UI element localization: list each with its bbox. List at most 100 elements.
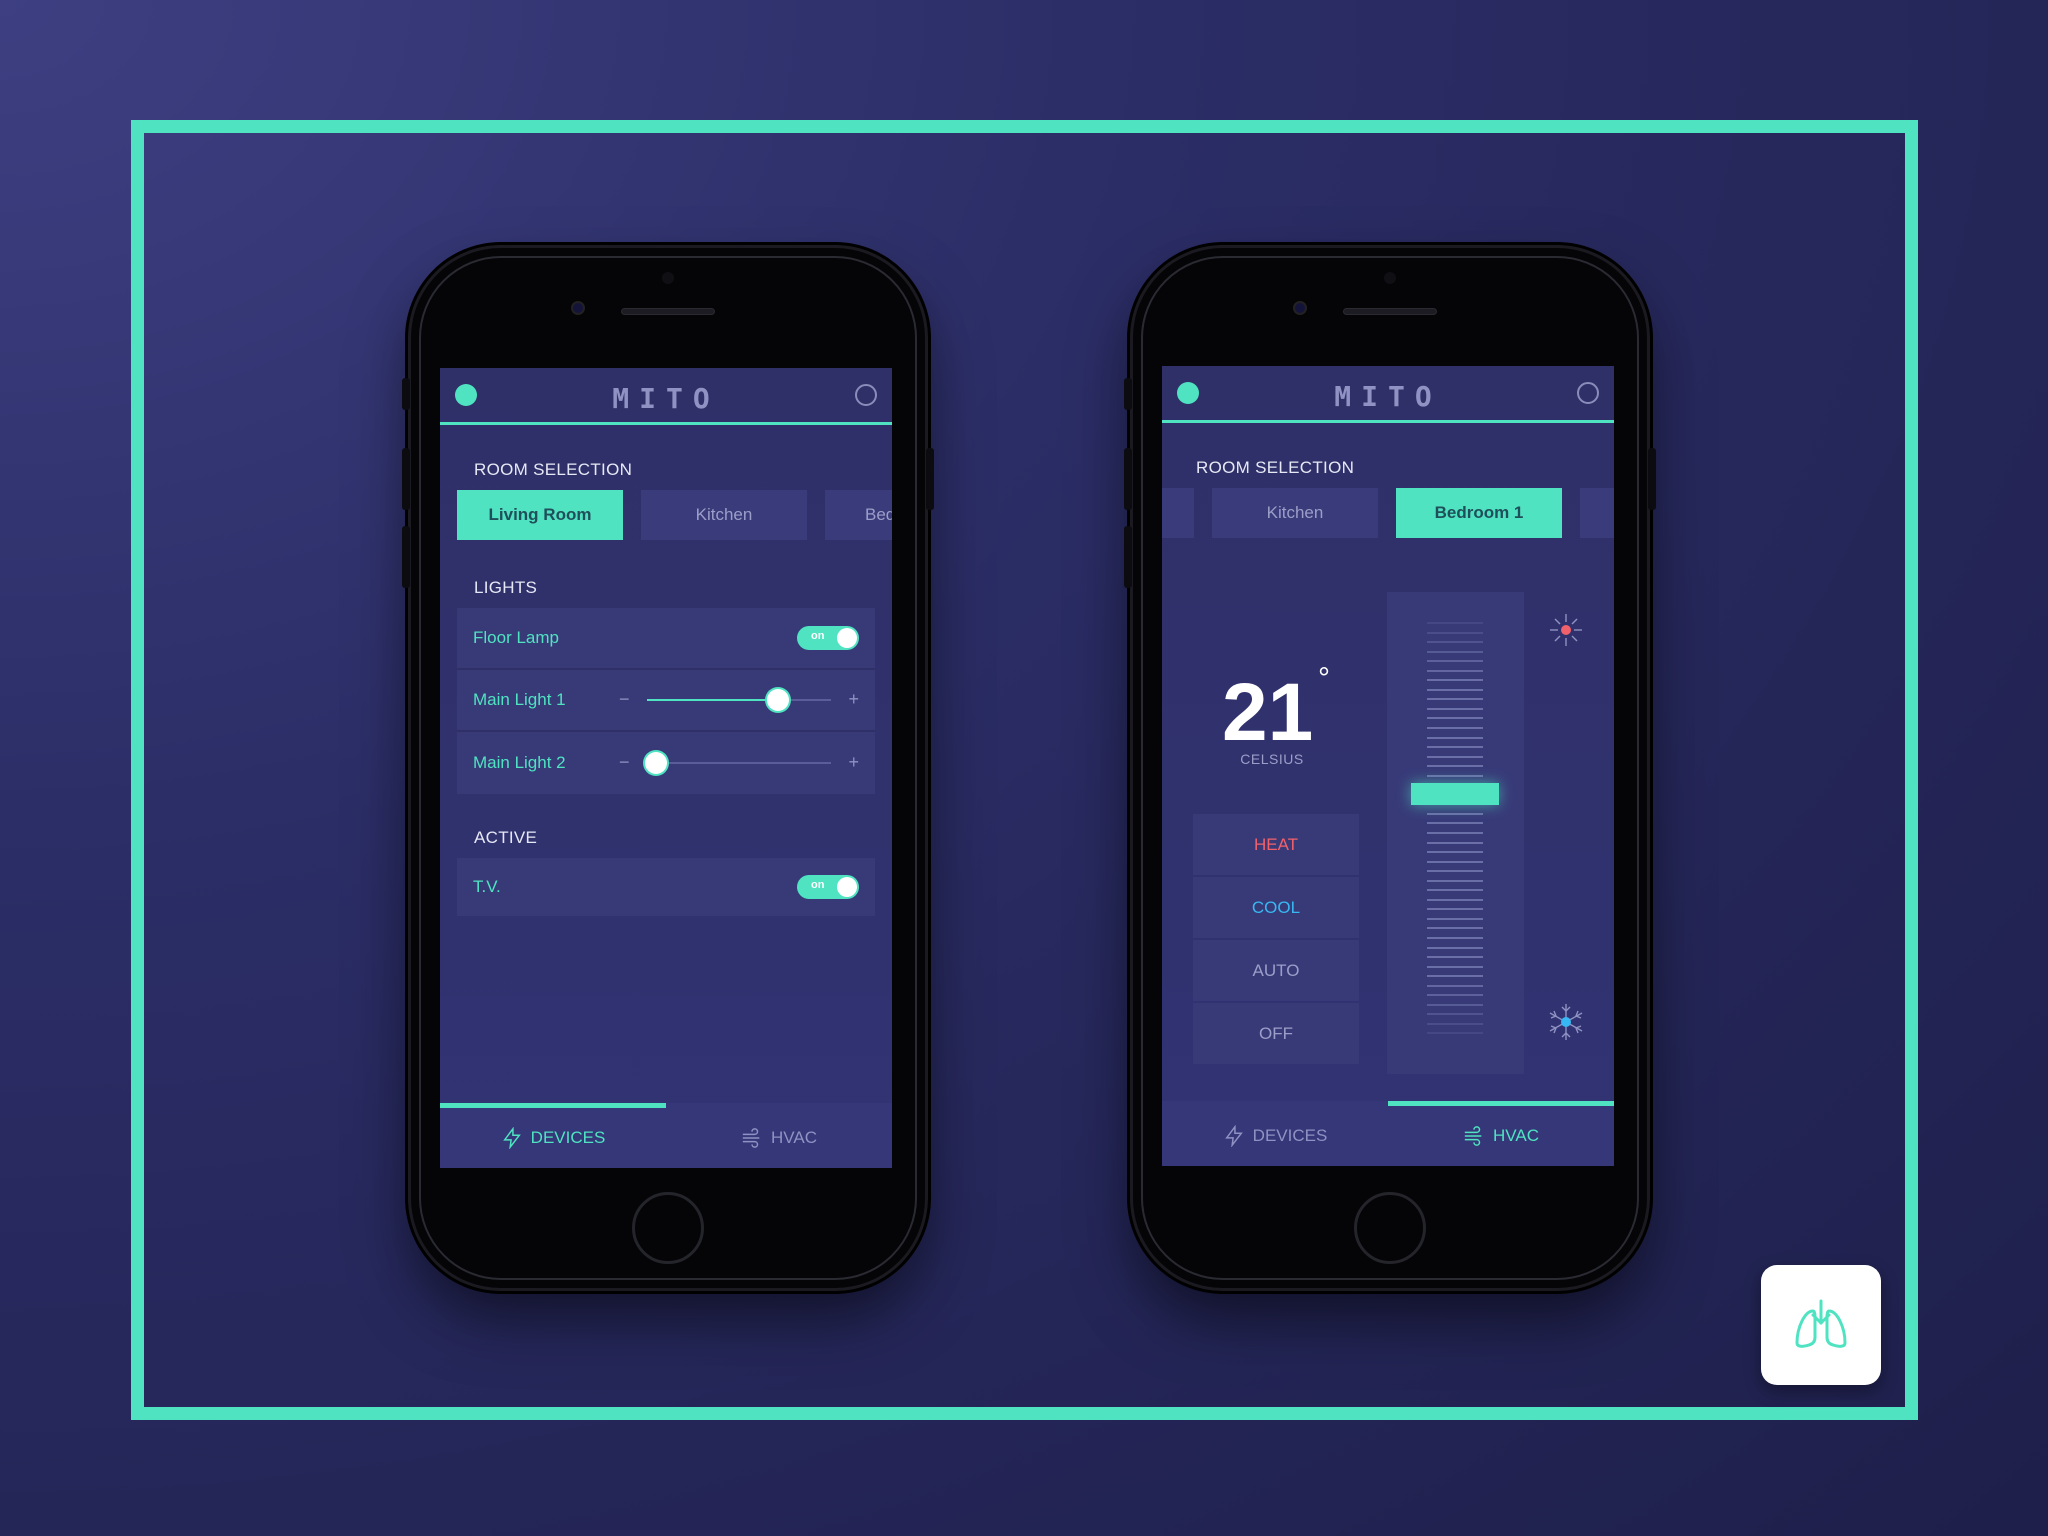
light-row-floor-lamp: Floor Lamp on bbox=[457, 608, 875, 670]
room-pill-kitchen[interactable]: Kitchen bbox=[641, 490, 807, 540]
thermostat-tick bbox=[1427, 650, 1483, 653]
sun-icon bbox=[1550, 614, 1582, 646]
main-light-2-slider[interactable]: − + bbox=[619, 732, 859, 794]
slider-knob[interactable] bbox=[645, 752, 668, 774]
room-pill-bedroom[interactable]: Bed bbox=[825, 490, 892, 540]
tv-toggle[interactable]: on bbox=[797, 875, 859, 899]
slider-track[interactable] bbox=[645, 752, 831, 774]
app-header: MITO bbox=[440, 368, 892, 425]
home-button[interactable] bbox=[1354, 1192, 1426, 1264]
room-pill-living-room[interactable]: Living Room bbox=[457, 490, 623, 540]
app-header: MITO bbox=[1162, 366, 1614, 423]
lights-title: LIGHTS bbox=[474, 578, 538, 597]
floor-lamp-toggle[interactable]: on bbox=[797, 626, 859, 650]
tab-label: HVAC bbox=[1493, 1126, 1539, 1145]
thermostat-tick bbox=[1427, 822, 1483, 825]
power-button bbox=[926, 448, 934, 510]
thermostat-tick bbox=[1427, 937, 1483, 939]
device-label: T.V. bbox=[473, 877, 501, 896]
thermostat-tick bbox=[1427, 698, 1483, 701]
proximity-sensor bbox=[662, 272, 674, 284]
profile-circle-icon[interactable] bbox=[1577, 382, 1599, 404]
room-pill-next[interactable] bbox=[1580, 488, 1614, 538]
degree-symbol: ° bbox=[1318, 662, 1330, 695]
toggle-state-text: on bbox=[811, 630, 825, 642]
thermostat-handle[interactable] bbox=[1411, 783, 1499, 806]
thermostat-tick bbox=[1427, 679, 1483, 682]
room-pill-bedroom-1[interactable]: Bedroom 1 bbox=[1396, 488, 1562, 538]
thermostat-slider[interactable] bbox=[1387, 592, 1524, 1074]
room-pill-kitchen[interactable]: Kitchen bbox=[1212, 488, 1378, 538]
thermostat-tick bbox=[1427, 707, 1483, 710]
tab-bar: DEVICES HVAC bbox=[1162, 1101, 1614, 1166]
earpiece-speaker bbox=[621, 308, 715, 315]
thermostat-tick bbox=[1427, 1032, 1483, 1035]
app-logo: MITO bbox=[1334, 380, 1442, 413]
tab-devices[interactable]: DEVICES bbox=[1162, 1106, 1388, 1166]
room-selection-title: ROOM SELECTION bbox=[1196, 458, 1355, 477]
tab-label: DEVICES bbox=[530, 1128, 606, 1147]
thermostat-tick bbox=[1427, 898, 1483, 901]
room-pill-living-room[interactable] bbox=[1162, 488, 1194, 538]
hvac-screen: MITO ROOM SELECTION Kitchen Bedroom 1 21… bbox=[1162, 366, 1614, 1166]
plus-icon[interactable]: + bbox=[848, 689, 859, 710]
volume-up-button bbox=[402, 448, 410, 510]
thermostat-tick bbox=[1427, 1022, 1483, 1025]
tab-label: HVAC bbox=[771, 1128, 817, 1147]
minus-icon[interactable]: − bbox=[619, 752, 630, 773]
thermostat-tick bbox=[1427, 851, 1483, 854]
slider-knob[interactable] bbox=[766, 689, 789, 711]
room-selector: Kitchen Bedroom 1 bbox=[1162, 488, 1614, 538]
room-selector: Living Room Kitchen Bed bbox=[440, 490, 892, 540]
thermostat-tick bbox=[1427, 727, 1483, 729]
thermostat-tick bbox=[1427, 1013, 1483, 1016]
light-label: Main Light 2 bbox=[473, 753, 566, 772]
thermostat-tick bbox=[1427, 889, 1483, 892]
mode-cool-button[interactable]: COOL bbox=[1193, 877, 1359, 938]
mode-auto-button[interactable]: AUTO bbox=[1193, 940, 1359, 1001]
phone-hvac: MITO ROOM SELECTION Kitchen Bedroom 1 21… bbox=[1124, 248, 1656, 1288]
thermostat-tick bbox=[1427, 841, 1483, 844]
active-row-tv: T.V. on bbox=[457, 858, 875, 916]
slider-track[interactable] bbox=[647, 689, 831, 711]
app-logo: MITO bbox=[612, 382, 720, 415]
devices-screen: MITO ROOM SELECTION Living Room Kitchen … bbox=[440, 368, 892, 1168]
thermostat-tick bbox=[1427, 917, 1483, 920]
thermostat-tick bbox=[1427, 669, 1483, 672]
thermostat-tick bbox=[1427, 832, 1483, 834]
tab-devices[interactable]: DEVICES bbox=[440, 1108, 666, 1168]
active-title: ACTIVE bbox=[474, 828, 538, 847]
volume-down-button bbox=[1124, 526, 1132, 588]
thermostat-tick bbox=[1427, 746, 1483, 749]
active-card: T.V. on bbox=[457, 858, 875, 916]
toggle-state-text: on bbox=[811, 879, 825, 891]
phone-devices: MITO ROOM SELECTION Living Room Kitchen … bbox=[402, 248, 934, 1288]
light-row-main-light-1: Main Light 1 − + bbox=[457, 670, 875, 732]
tab-hvac[interactable]: HVAC bbox=[666, 1108, 892, 1168]
tab-hvac[interactable]: HVAC bbox=[1388, 1106, 1614, 1166]
thermostat-tick bbox=[1427, 956, 1483, 959]
room-selection-title: ROOM SELECTION bbox=[474, 460, 633, 479]
mode-off-button[interactable]: OFF bbox=[1193, 1003, 1359, 1064]
mode-heat-button[interactable]: HEAT bbox=[1193, 814, 1359, 875]
earpiece-speaker bbox=[1343, 308, 1437, 315]
front-camera bbox=[1293, 301, 1307, 315]
thermostat-tick bbox=[1427, 641, 1483, 644]
minus-icon[interactable]: − bbox=[619, 689, 630, 710]
thermostat-tick bbox=[1427, 755, 1483, 758]
main-light-1-slider[interactable]: − + bbox=[619, 670, 859, 730]
plus-icon[interactable]: + bbox=[848, 752, 859, 773]
mode-list: HEAT COOL AUTO OFF bbox=[1193, 814, 1359, 1066]
wind-icon bbox=[742, 1128, 760, 1148]
mute-switch bbox=[1124, 378, 1132, 410]
thermostat-tick bbox=[1427, 965, 1483, 968]
outer-frame bbox=[131, 120, 1918, 1420]
thermostat-tick bbox=[1427, 812, 1483, 815]
lightning-icon bbox=[1224, 1125, 1243, 1147]
thermostat-tick bbox=[1427, 870, 1483, 873]
toggle-knob bbox=[837, 877, 857, 897]
thermostat-tick bbox=[1427, 660, 1483, 663]
home-button[interactable] bbox=[632, 1192, 704, 1264]
volume-up-button bbox=[1124, 448, 1132, 510]
profile-circle-icon[interactable] bbox=[855, 384, 877, 406]
